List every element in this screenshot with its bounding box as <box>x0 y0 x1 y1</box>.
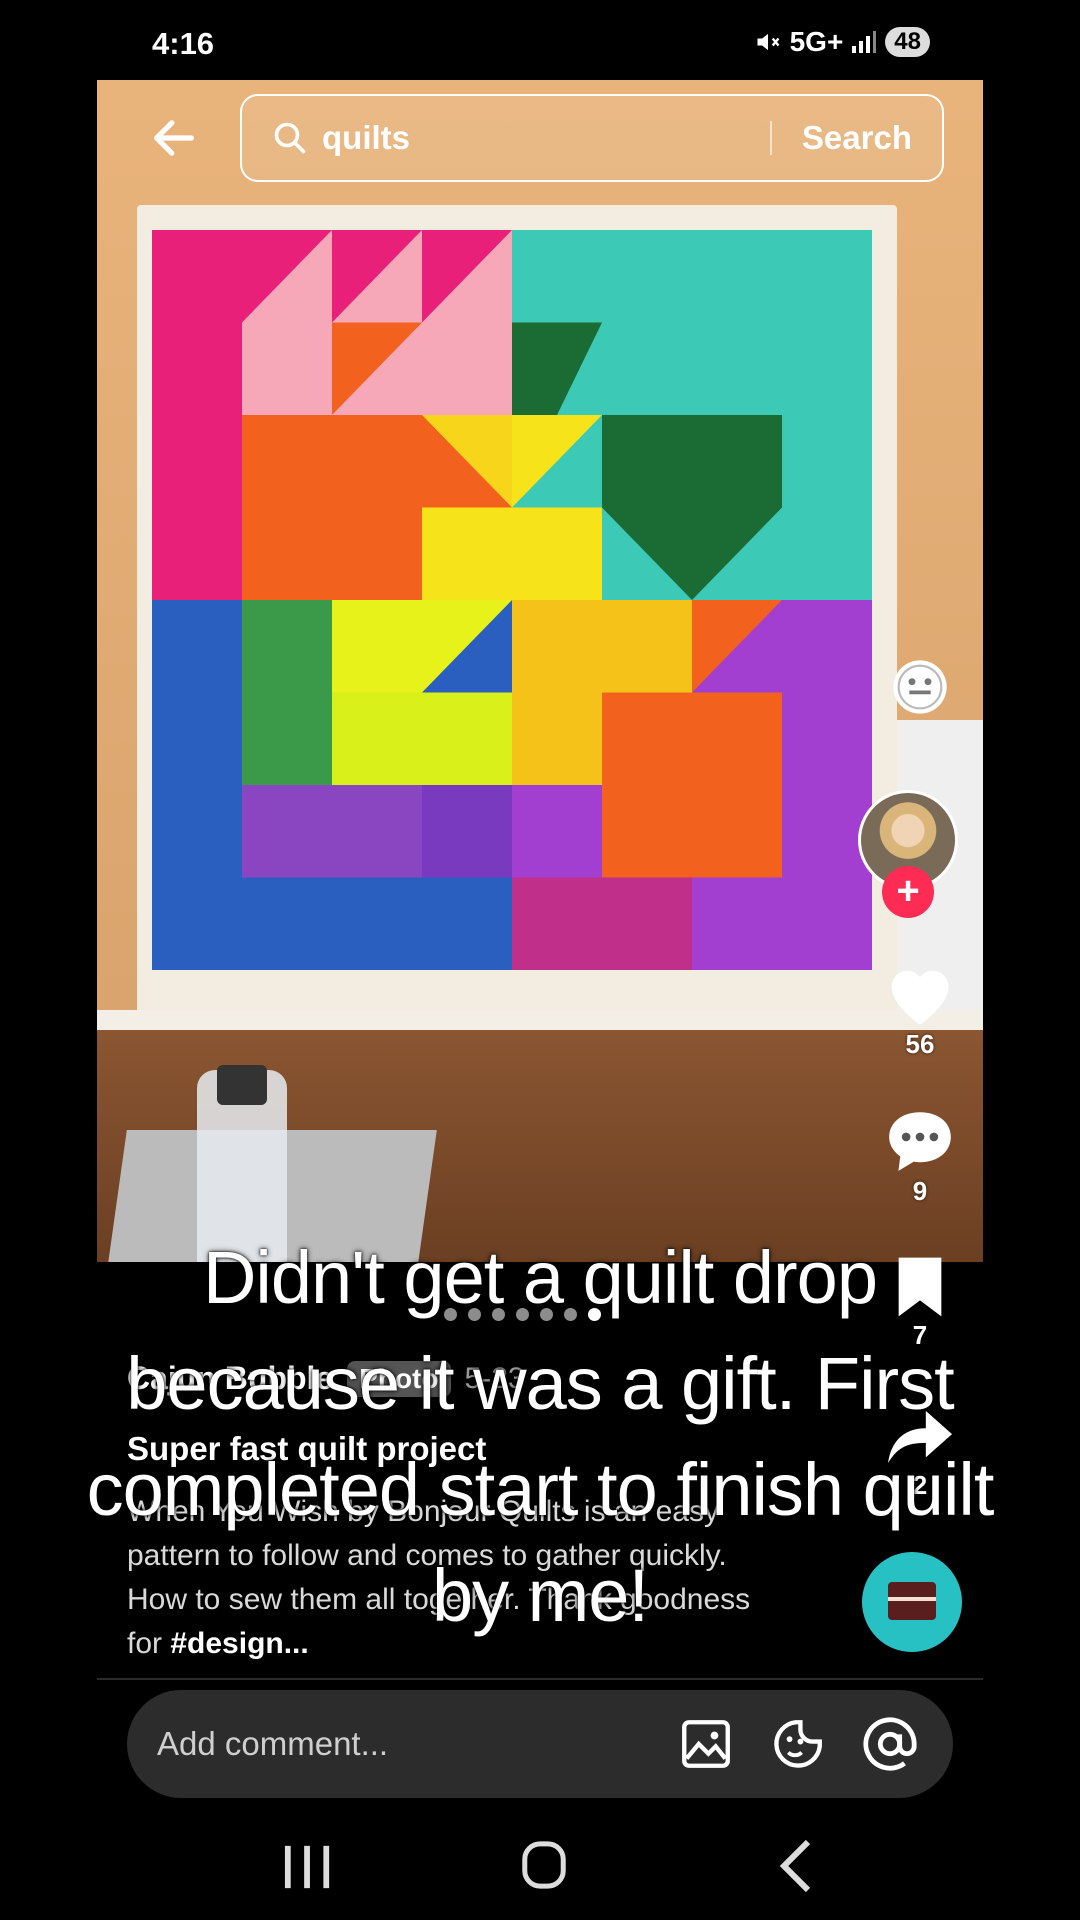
like-button[interactable]: 56 <box>870 958 970 1060</box>
status-time: 4:16 <box>152 26 215 61</box>
like-count: 56 <box>905 1029 935 1059</box>
heart-icon <box>891 970 949 1025</box>
emoji-reaction-button[interactable] <box>870 655 970 724</box>
status-icons: 5G+ 48 <box>754 26 930 58</box>
comment-bar[interactable]: Add comment... <box>127 1690 953 1798</box>
status-bar: 4:16 5G+ 48 <box>0 0 1080 80</box>
search-bar[interactable]: quilts Search <box>240 94 944 182</box>
comment-count: 9 <box>912 1176 928 1206</box>
emoji-sticker-icon[interactable] <box>769 1715 827 1773</box>
search-button[interactable]: Search <box>772 119 942 157</box>
home-icon[interactable] <box>520 1840 568 1890</box>
nav-back-icon[interactable] <box>776 1838 816 1894</box>
divider <box>97 1678 983 1680</box>
back-arrow-icon[interactable] <box>148 112 200 164</box>
comment-input[interactable]: Add comment... <box>157 1725 677 1763</box>
quilt-image <box>152 230 872 970</box>
cake-thumbnail <box>888 1582 936 1620</box>
search-icon <box>274 122 306 154</box>
mute-icon <box>757 33 779 51</box>
image-icon[interactable] <box>677 1715 735 1773</box>
system-nav-bar <box>0 1820 1080 1920</box>
baseboard <box>97 1010 983 1032</box>
bottle-cap <box>217 1065 267 1105</box>
network-label: 5G+ <box>789 26 844 57</box>
follow-button[interactable]: + <box>882 866 934 918</box>
comment-button[interactable]: 9 <box>870 1105 970 1207</box>
speech-bubble-icon <box>889 1112 951 1171</box>
post-photo[interactable] <box>97 80 983 1262</box>
search-input[interactable]: quilts <box>322 119 770 157</box>
face-icon <box>893 660 947 714</box>
at-icon[interactable] <box>861 1715 919 1773</box>
signal-icon <box>852 31 877 53</box>
recents-icon[interactable] <box>278 1842 338 1892</box>
battery-badge: 48 <box>885 27 930 57</box>
